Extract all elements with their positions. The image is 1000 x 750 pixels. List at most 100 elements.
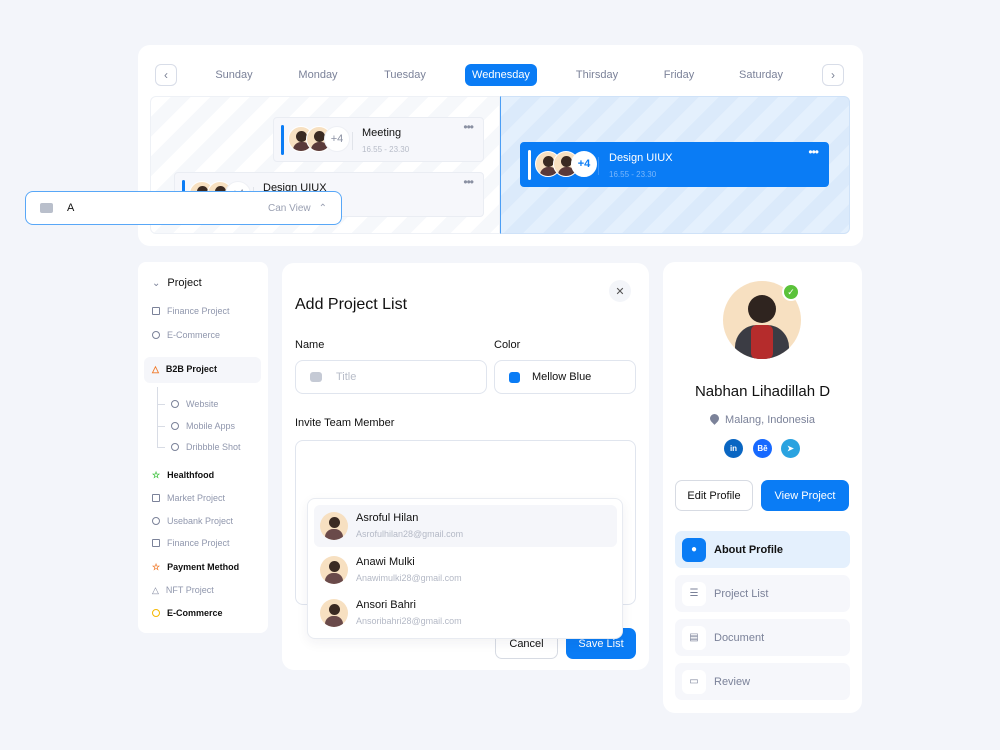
verified-check-icon: ✓: [782, 283, 800, 301]
avatar: [320, 512, 348, 540]
sidebar-item-label: E-Commerce: [167, 608, 223, 618]
name-placeholder: Title: [336, 371, 357, 383]
close-button[interactable]: ✕: [609, 280, 631, 302]
day-tab-saturday[interactable]: Saturday: [733, 64, 789, 86]
avatar: [320, 599, 348, 627]
color-value: Mellow Blue: [532, 371, 592, 383]
divider: [598, 157, 599, 175]
project-group-toggle[interactable]: ⌄ Project: [152, 277, 202, 289]
permission-select[interactable]: Can View: [268, 203, 311, 214]
sidebar-item-label: Dribbble Shot: [186, 442, 241, 452]
triangle-icon: △: [152, 364, 159, 374]
day-tab-sunday[interactable]: Sunday: [208, 64, 260, 86]
circle-icon: [152, 609, 160, 617]
menu-label: Project List: [714, 587, 769, 600]
more-options-icon[interactable]: •••: [808, 145, 819, 159]
suggestion-item[interactable]: Ansori Bahri Ansoribahri28@gmail.com: [314, 592, 617, 634]
tree-branch: [157, 426, 165, 427]
tree-branch: [157, 404, 165, 405]
sidebar-item-label: Finance Project: [167, 306, 230, 316]
invite-search-input[interactable]: A Can View ⌃: [25, 191, 342, 225]
avatar-head: [748, 295, 776, 323]
more-options-icon[interactable]: •••: [463, 120, 474, 134]
chevron-down-icon: ⌄: [152, 277, 161, 289]
sidebar-item-active[interactable]: △ B2B Project: [152, 364, 217, 374]
sidebar-item[interactable]: E-Commerce: [152, 330, 220, 340]
profile-card: ✓ Nabhan Lihadillah D Malang, Indonesia …: [663, 262, 862, 713]
event-accent-bar: [528, 150, 531, 180]
profile-location: Malang, Indonesia: [663, 412, 862, 426]
location-pin-icon: [708, 412, 721, 425]
sidebar-item[interactable]: E-Commerce: [152, 608, 223, 618]
sidebar-item[interactable]: ☆ Healthfood: [152, 470, 214, 480]
view-project-button[interactable]: View Project: [761, 480, 849, 511]
menu-label: Review: [714, 675, 751, 688]
sidebar-item[interactable]: Finance Project: [152, 538, 230, 548]
triangle-icon: △: [152, 585, 159, 595]
circle-icon: [152, 517, 160, 525]
sidebar-item-label: Mobile Apps: [186, 421, 236, 431]
square-icon: [152, 539, 160, 547]
circle-icon: [171, 400, 179, 408]
day-tab-monday[interactable]: Monday: [292, 64, 344, 86]
sidebar-item[interactable]: Market Project: [152, 493, 225, 503]
sidebar-item-label: Healthfood: [167, 470, 215, 480]
sidebar-item-label: Finance Project: [167, 538, 230, 548]
sidebar-item[interactable]: Usebank Project: [152, 516, 233, 526]
modal-title: Add Project List: [295, 296, 408, 313]
member-suggestions-dropdown: Asroful Hilan Asrofulhilan28@gmail.com A…: [307, 498, 623, 639]
day-tab-wednesday[interactable]: Wednesday: [465, 64, 537, 86]
suggestion-item[interactable]: Asroful Hilan Asrofulhilan28@gmail.com: [314, 505, 617, 547]
day-tab-thursday[interactable]: Thirsday: [569, 64, 625, 86]
circle-icon: [171, 422, 179, 430]
menu-document[interactable]: ▤ Document: [675, 619, 850, 656]
member-email: Asrofulhilan28@gmail.com: [356, 529, 464, 539]
menu-about-profile[interactable]: ● About Profile: [675, 531, 850, 568]
sidebar-subitem[interactable]: Mobile Apps: [171, 421, 235, 431]
list-icon: ☰: [682, 581, 706, 606]
sidebar-item-label: NFT Project: [165, 585, 214, 595]
member-name: Asroful Hilan: [356, 512, 419, 524]
prev-week-button[interactable]: ‹: [155, 64, 177, 86]
behance-icon[interactable]: Bē: [753, 439, 772, 458]
next-week-button[interactable]: ›: [822, 64, 844, 86]
tree-line: [157, 387, 158, 447]
invite-label: Invite Team Member: [295, 417, 395, 429]
suggestion-item[interactable]: Anawi Mulki Anawimulki28@gmail.com: [314, 549, 617, 591]
day-tab-friday[interactable]: Friday: [656, 64, 702, 86]
chat-icon: [310, 372, 322, 382]
event-card[interactable]: +4 Meeting 16.55 - 23.30 •••: [273, 117, 484, 162]
chevron-left-icon: ‹: [164, 68, 168, 82]
member-name: Ansori Bahri: [356, 599, 416, 611]
name-input[interactable]: Title: [295, 360, 487, 394]
linkedin-icon[interactable]: in: [724, 439, 743, 458]
day-tab-tuesday[interactable]: Tuesday: [377, 64, 433, 86]
color-label: Color: [494, 339, 521, 351]
sidebar-item[interactable]: Finance Project: [152, 306, 230, 316]
event-accent-bar: [281, 125, 284, 155]
star-icon: ☆: [152, 562, 161, 572]
edit-profile-button[interactable]: Edit Profile: [675, 480, 753, 511]
color-swatch: [509, 371, 520, 383]
sidebar-item[interactable]: △ NFT Project: [152, 585, 214, 595]
menu-project-list[interactable]: ☰ Project List: [675, 575, 850, 612]
event-card-highlighted[interactable]: +4 Design UIUX 16.55 - 23.30 •••: [520, 142, 829, 187]
document-icon: ▤: [682, 625, 706, 650]
project-sidebar: ⌄ Project Finance Project E-Commerce △ B2…: [138, 262, 268, 633]
sidebar-subitem[interactable]: Dribbble Shot: [171, 442, 241, 452]
project-group-label: Project: [167, 277, 202, 289]
sidebar-subitem[interactable]: Website: [171, 399, 218, 409]
member-email: Ansoribahri28@gmail.com: [356, 616, 462, 626]
more-attendees-count: +4: [324, 126, 350, 152]
event-time: 16.55 - 23.30: [609, 170, 657, 179]
menu-review[interactable]: ▭ Review: [675, 663, 850, 700]
telegram-icon[interactable]: ➤: [781, 439, 800, 458]
more-options-icon[interactable]: •••: [463, 175, 474, 189]
color-select[interactable]: Mellow Blue: [494, 360, 636, 394]
tree-branch: [157, 447, 165, 448]
sidebar-item-label: Usebank Project: [167, 516, 234, 526]
sidebar-item[interactable]: ☆ Payment Method: [152, 562, 239, 572]
menu-label: Document: [714, 631, 765, 644]
calendar-column-right: +4 Design UIUX 16.55 - 23.30 •••: [500, 96, 850, 234]
mail-icon: [40, 203, 53, 213]
